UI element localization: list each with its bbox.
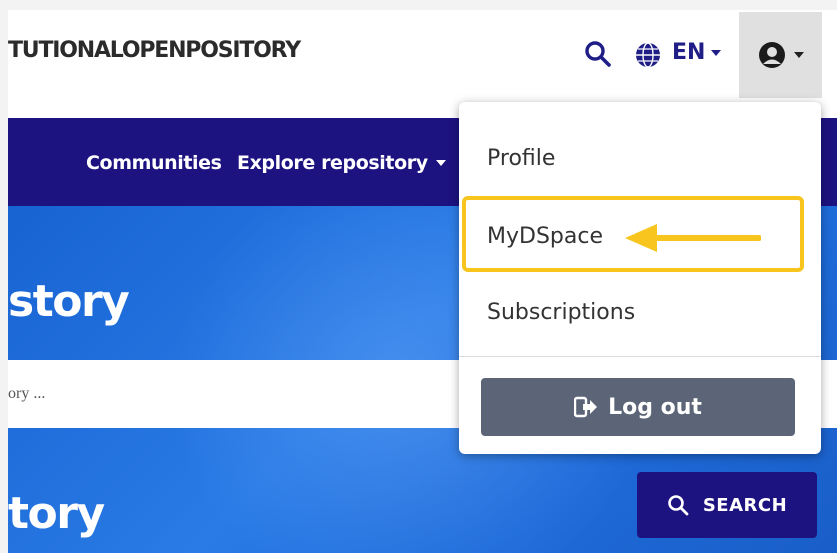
user-circle-icon: [758, 42, 785, 68]
site-logo[interactable]: TUTIONALOPENPOSITORY: [8, 38, 301, 63]
language-label: EN: [672, 40, 706, 65]
menu-item-mydspace[interactable]: MyDSpace: [487, 224, 603, 249]
hero-subtitle: tory: [8, 488, 105, 539]
menu-item-profile[interactable]: Profile: [487, 146, 555, 171]
logout-label: Log out: [608, 394, 702, 420]
arrow-left-icon: [625, 224, 761, 252]
hero-search-placeholder: ory ...: [8, 385, 46, 402]
logout-button[interactable]: Log out: [481, 378, 795, 436]
site-header: TUTIONALOPENPOSITORY EN: [8, 10, 837, 108]
language-selector[interactable]: EN: [672, 40, 722, 65]
user-dropdown-menu: Profile MyDSpace Subscriptions Log out: [459, 102, 821, 454]
page: TUTIONALOPENPOSITORY EN Communities Expl…: [8, 10, 837, 553]
nav-communities[interactable]: Communities: [86, 152, 222, 174]
sign-out-icon: [574, 396, 598, 418]
chevron-down-icon: [793, 52, 804, 58]
search-button-label: SEARCH: [702, 494, 788, 516]
search-icon[interactable]: [584, 40, 612, 68]
search-icon: [668, 495, 689, 516]
user-menu-button[interactable]: [739, 12, 822, 98]
nav-explore-repository[interactable]: Explore repository: [237, 152, 446, 174]
globe-icon[interactable]: [635, 42, 661, 68]
menu-divider: [459, 356, 821, 357]
nav-explore-label: Explore repository: [237, 152, 428, 174]
chevron-down-icon: [711, 49, 722, 56]
menu-item-subscriptions[interactable]: Subscriptions: [487, 300, 635, 325]
nav-communities-label: Communities: [86, 152, 222, 174]
chevron-down-icon: [435, 160, 446, 166]
search-button[interactable]: SEARCH: [637, 472, 817, 538]
hero-title: story: [8, 276, 130, 327]
